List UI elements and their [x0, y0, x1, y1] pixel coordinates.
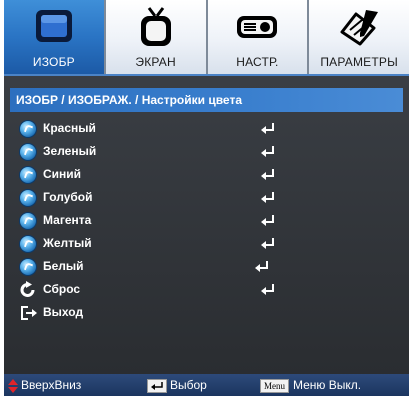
bullet-icon [20, 190, 36, 206]
settings-pen-icon [340, 10, 379, 46]
menu-item-label: Голубой [43, 190, 93, 204]
menu-item-magenta[interactable]: Магента [20, 210, 380, 232]
nav-hint-label: ВверхВниз [21, 378, 82, 392]
tab-label: ИЗОБР [32, 55, 75, 69]
enter-icon [147, 378, 167, 393]
osd-menu: ИЗОБР ЭКРАН НАСТР. ПАРАМЕТРЫ ИЗОБР / ИЗО… [4, 0, 409, 396]
bullet-icon [20, 259, 36, 275]
menu-item-green[interactable]: Зеленый [20, 141, 380, 163]
menu-item-label: Сброс [43, 282, 81, 296]
menu-item-cyan[interactable]: Голубой [20, 187, 380, 209]
menu-key: Menu [260, 378, 289, 393]
tab-image[interactable]: ИЗОБР [4, 0, 106, 74]
menu-item-label: Зеленый [43, 144, 97, 158]
bullet-icon [20, 121, 36, 137]
menu-item-label: Выход [43, 305, 84, 319]
reset-icon [20, 281, 35, 297]
enter-icon [261, 284, 274, 295]
menu-item-white[interactable]: Белый [20, 256, 380, 278]
tab-setup[interactable]: НАСТР. [207, 0, 310, 74]
menu-item-reset[interactable]: Сброс [20, 279, 380, 301]
menu-item-label: Желтый [43, 236, 92, 250]
enter-icon [261, 123, 274, 134]
tab-label: ЭКРАН [135, 55, 176, 69]
enter-icon [261, 238, 274, 249]
menu-off-label: Меню Выкл. [293, 378, 362, 392]
up-down-arrows-icon [8, 378, 18, 393]
projector-icon [237, 16, 278, 38]
bullet-icon [20, 236, 36, 252]
enter-icon [261, 169, 274, 180]
nav-hint: ВверхВниз [8, 374, 81, 396]
menu-item-red[interactable]: Красный [20, 118, 380, 140]
help-bar: ВверхВниз Выбор Menu Меню Выкл. [4, 374, 409, 396]
enter-icon [261, 215, 274, 226]
menu-item-exit[interactable]: Выход [20, 302, 380, 324]
menu-item-label: Магента [43, 213, 92, 227]
menu-item-label: Белый [43, 259, 84, 273]
bullet-icon [20, 167, 36, 183]
menu-item-label: Красный [43, 121, 96, 135]
menu-item-label: Синий [43, 167, 82, 181]
monitor-icon [35, 10, 72, 42]
breadcrumb: ИЗОБР / ИЗОБРАЖ. / Настройки цвета [10, 88, 403, 112]
bullet-icon [20, 144, 36, 160]
enter-icon [255, 261, 268, 272]
enter-icon [261, 146, 274, 157]
tv-icon [140, 7, 171, 46]
bullet-icon [20, 213, 36, 229]
menu-off-hint: Menu Меню Выкл. [260, 374, 361, 396]
tab-screen[interactable]: ЭКРАН [105, 0, 208, 74]
select-hint-label: Выбор [170, 378, 207, 392]
tab-options[interactable]: ПАРАМЕТРЫ [309, 0, 409, 74]
tab-bar: ИЗОБР ЭКРАН НАСТР. ПАРАМЕТРЫ [4, 0, 409, 74]
menu-item-blue[interactable]: Синий [20, 164, 380, 186]
exit-icon [21, 306, 37, 320]
select-hint: Выбор [147, 374, 207, 396]
tab-label: ПАРАМЕТРЫ [320, 55, 398, 69]
enter-icon [261, 192, 274, 203]
menu-item-yellow[interactable]: Желтый [20, 233, 380, 255]
settings-panel: ИЗОБР / ИЗОБРАЖ. / Настройки цвета Красн… [4, 74, 409, 374]
tab-label: НАСТР. [236, 55, 279, 69]
